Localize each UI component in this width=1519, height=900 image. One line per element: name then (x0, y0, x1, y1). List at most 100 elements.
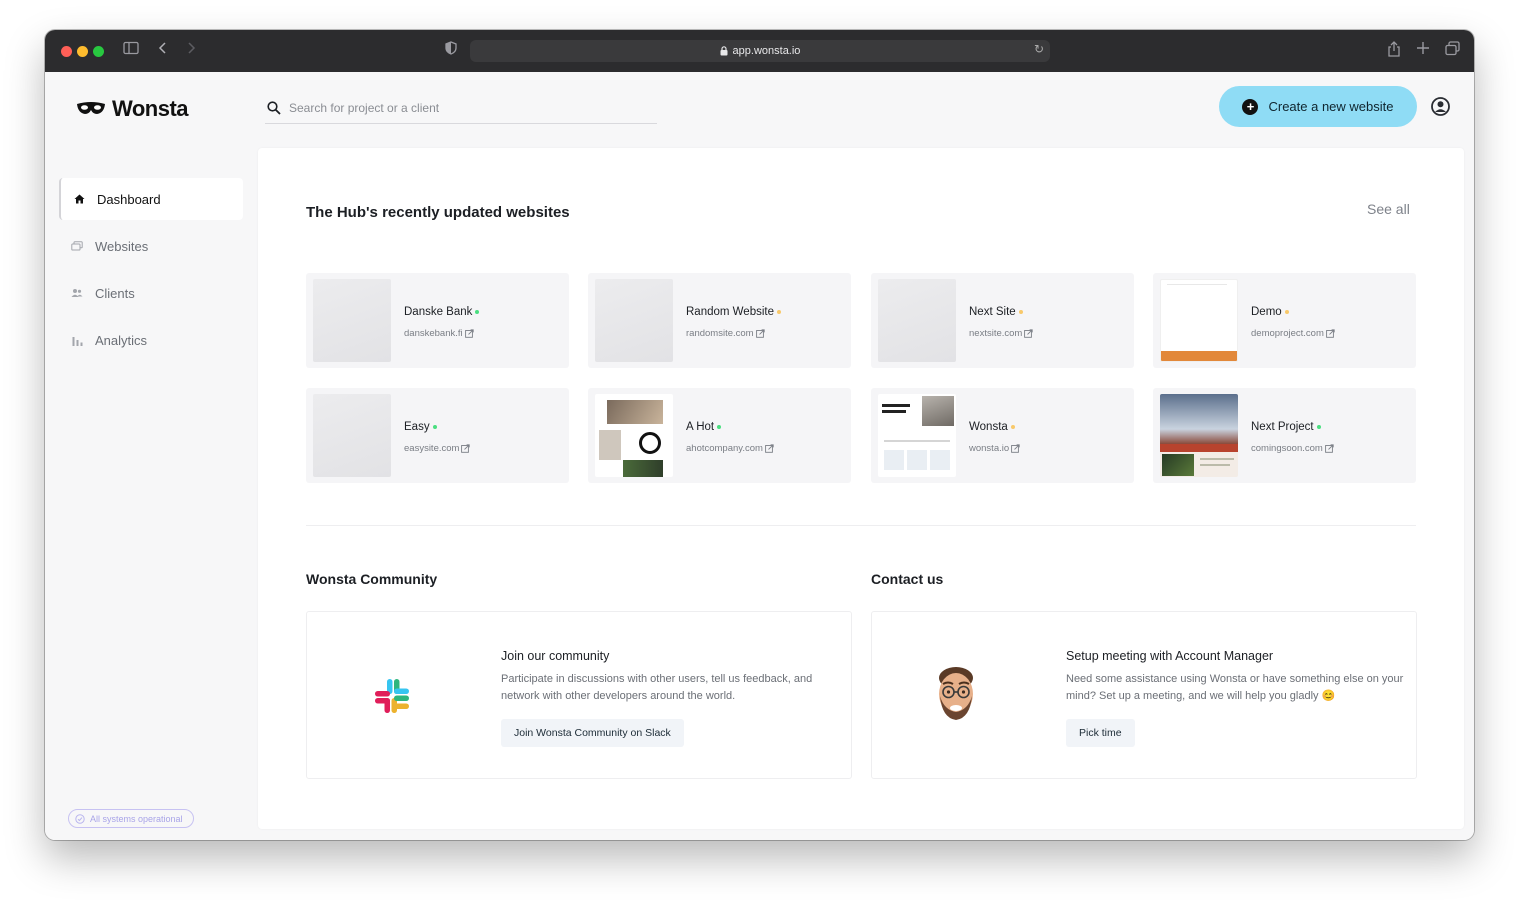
website-card[interactable]: Easy easysite.com (306, 388, 569, 483)
minimize-window-button[interactable] (77, 46, 88, 57)
website-url[interactable]: randomsite.com (686, 328, 765, 339)
external-link-icon (765, 444, 774, 453)
address-bar[interactable]: app.wonsta.io ↻ (470, 40, 1050, 62)
join-slack-button[interactable]: Join Wonsta Community on Slack (501, 719, 684, 747)
status-dot (475, 310, 480, 314)
website-card[interactable]: Danske Bank danskebank.fi (306, 273, 569, 368)
community-title: Join our community (501, 649, 610, 663)
recent-websites-title: The Hub's recently updated websites (306, 204, 570, 221)
website-thumbnail (313, 279, 391, 362)
wonsta-logo[interactable]: Wonsta (75, 96, 189, 122)
section-divider (306, 525, 1416, 526)
community-text: Participate in discussions with other us… (501, 673, 813, 702)
slack-icon (375, 679, 409, 713)
website-card[interactable]: Next Site nextsite.com (871, 273, 1134, 368)
sidebar-toggle-icon[interactable] (123, 41, 139, 61)
website-thumbnail (878, 279, 956, 362)
logo-text: Wonsta (112, 96, 189, 121)
url-text: app.wonsta.io (732, 45, 801, 57)
wonsta-mask-icon (77, 102, 105, 114)
sidebar-item-label: Analytics (95, 332, 148, 348)
website-url[interactable]: demoproject.com (1251, 328, 1335, 339)
search-bar (265, 92, 657, 124)
search-icon (267, 100, 281, 115)
external-link-icon (464, 329, 474, 338)
sidebar-item-label: Websites (95, 238, 149, 254)
create-website-button[interactable]: + Create a new website (1219, 86, 1417, 127)
website-thumbnail (313, 394, 391, 477)
sidebar-item-dashboard[interactable]: Dashboard (59, 178, 243, 220)
app-area: Wonsta + Create a new website Dashboard (45, 72, 1474, 840)
external-link-icon (1324, 444, 1334, 453)
website-url[interactable]: ahotcompany.com (686, 443, 774, 454)
website-thumbnail (595, 279, 673, 362)
website-url[interactable]: nextsite.com (969, 328, 1033, 339)
analytics-icon (71, 334, 83, 346)
website-card[interactable]: A Hot ahotcompany.com (588, 388, 851, 483)
user-account-icon[interactable] (1431, 97, 1450, 121)
plus-circle-icon: + (1242, 98, 1259, 115)
contact-text: Need some assistance using Wonsta or hav… (1066, 673, 1404, 702)
website-name: Next Project (1251, 421, 1321, 433)
sidebar-nav: Dashboard Websites Clients Analytics (59, 178, 243, 366)
external-link-icon (1011, 444, 1020, 453)
website-url[interactable]: danskebank.fi (404, 328, 474, 339)
website-thumbnail (595, 394, 673, 477)
website-name: A Hot (686, 421, 722, 433)
sidebar-item-label: Dashboard (97, 191, 161, 207)
sidebar-item-label: Clients (95, 285, 135, 301)
website-name: Random Website (686, 306, 781, 318)
status-dot (1316, 425, 1321, 429)
sidebar-item-analytics[interactable]: Analytics (59, 319, 243, 361)
account-manager-avatar (939, 667, 973, 720)
forward-icon[interactable] (186, 41, 196, 61)
website-card[interactable]: Wonsta wonsta.io (871, 388, 1134, 483)
browser-titlebar: app.wonsta.io ↻ (45, 30, 1474, 72)
website-url[interactable]: easysite.com (404, 443, 471, 454)
status-dot (717, 425, 722, 429)
community-panel: Join our community Participate in discus… (306, 611, 852, 779)
website-name: Next Site (969, 306, 1023, 318)
website-url[interactable]: comingsoon.com (1251, 443, 1334, 454)
clients-icon (71, 287, 83, 299)
contact-panel: Setup meeting with Account Manager Need … (871, 611, 1417, 779)
website-card[interactable]: Random Website randomsite.com (588, 273, 851, 368)
system-status-text: All systems operational (90, 813, 183, 824)
sidebar-item-clients[interactable]: Clients (59, 272, 243, 314)
reload-icon[interactable]: ↻ (1034, 42, 1044, 56)
system-status-badge[interactable]: All systems operational (68, 809, 194, 828)
create-website-label: Create a new website (1268, 99, 1394, 114)
websites-icon (71, 240, 83, 252)
status-dot (1010, 425, 1015, 429)
status-dot (1284, 310, 1289, 314)
home-icon (73, 193, 85, 205)
search-input[interactable] (289, 100, 639, 115)
lock-icon (720, 46, 728, 56)
website-name: Danske Bank (404, 306, 480, 318)
website-name: Easy (404, 421, 437, 433)
browser-window: app.wonsta.io ↻ Wonsta Search for projec… (45, 30, 1474, 840)
new-tab-icon[interactable] (1416, 41, 1430, 61)
share-icon[interactable] (1387, 41, 1401, 63)
see-all-link[interactable]: See all (1367, 201, 1410, 217)
privacy-shield-icon[interactable] (445, 41, 457, 61)
external-link-icon (1024, 329, 1033, 338)
tab-overview-icon[interactable] (1445, 41, 1460, 62)
website-name: Demo (1251, 306, 1289, 318)
contact-title: Setup meeting with Account Manager (1066, 649, 1274, 663)
external-link-icon (461, 444, 471, 453)
sidebar-item-websites[interactable]: Websites (59, 225, 243, 267)
website-card[interactable]: Next Project comingsoon.com (1153, 388, 1416, 483)
status-dot (1018, 310, 1023, 314)
status-dot (777, 310, 781, 314)
pick-time-button[interactable]: Pick time (1066, 719, 1135, 747)
external-link-icon (1326, 329, 1335, 338)
website-url[interactable]: wonsta.io (969, 443, 1020, 454)
maximize-window-button[interactable] (93, 46, 104, 57)
close-window-button[interactable] (61, 46, 72, 57)
check-circle-icon (75, 813, 85, 824)
back-icon[interactable] (158, 41, 168, 61)
website-thumbnail (1160, 394, 1238, 477)
main-content: The Hub's recently updated websites See … (258, 148, 1464, 829)
website-card[interactable]: Demo demoproject.com (1153, 273, 1416, 368)
